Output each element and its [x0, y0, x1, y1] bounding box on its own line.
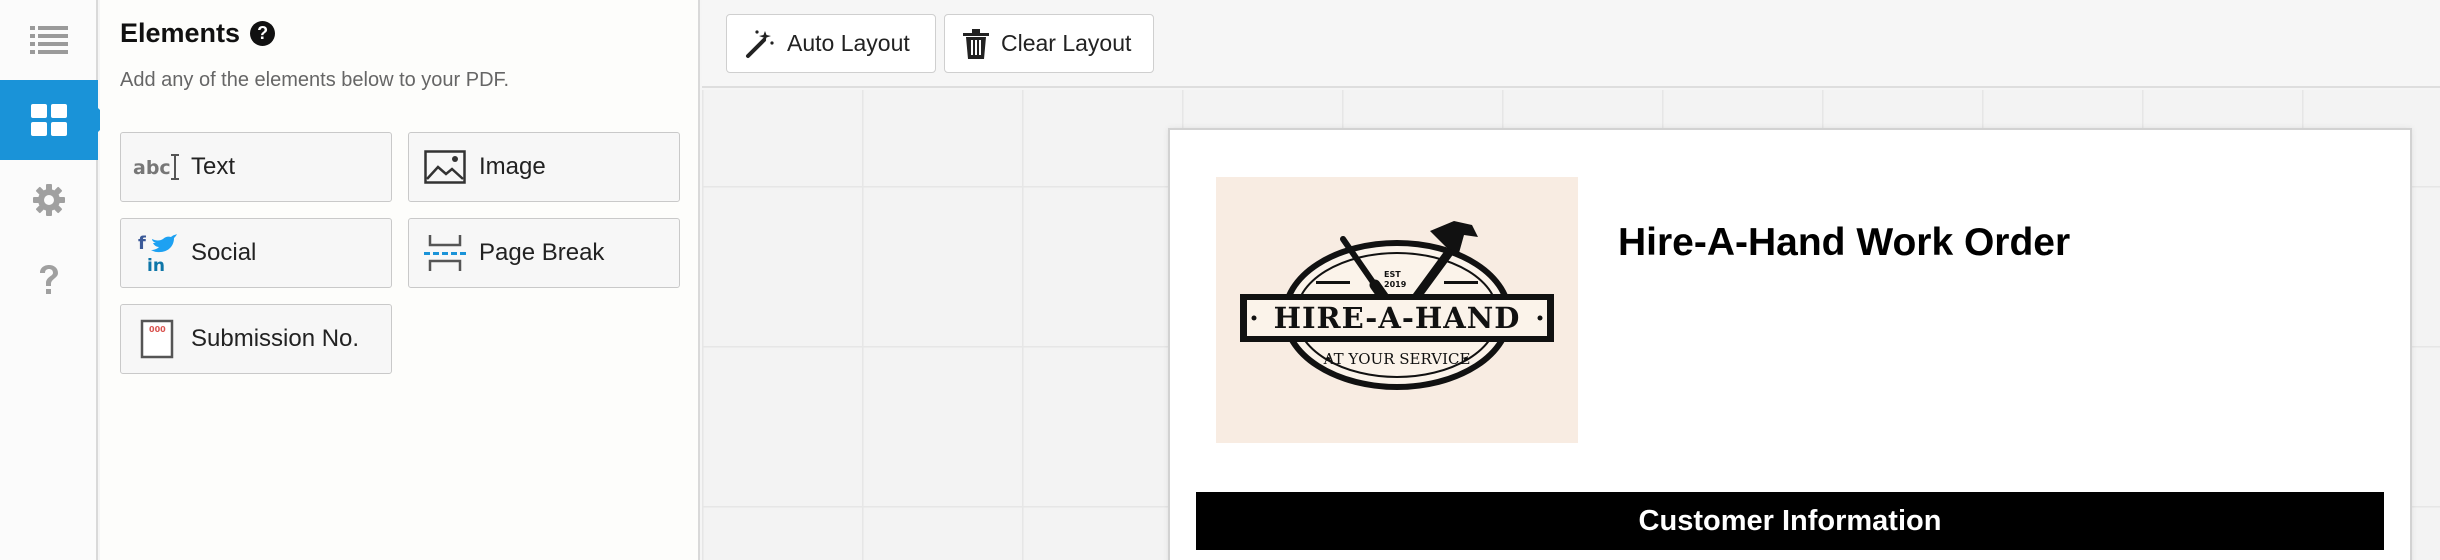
company-logo[interactable]: EST 2019 HIRE-A-HAND AT YOUR SERVICE: [1216, 177, 1578, 443]
clear-layout-button[interactable]: Clear Layout: [944, 14, 1154, 73]
rail-item-settings[interactable]: [0, 160, 98, 240]
element-social-label: Social: [191, 239, 257, 266]
layout-toolbar: Auto Layout Clear Layout: [702, 0, 2440, 88]
clear-layout-label: Clear Layout: [1001, 30, 1132, 56]
page-break-icon: [417, 218, 473, 288]
svg-text:f: f: [138, 233, 146, 254]
element-submission-number-label: Submission No.: [191, 325, 360, 352]
panel-title-text: Elements: [120, 18, 241, 48]
element-text-label: Text: [191, 153, 236, 180]
image-icon: [417, 132, 473, 202]
logo-brand-text: HIRE-A-HAND: [1274, 301, 1521, 335]
elements-panel: Elements ? Add any of the elements below…: [100, 0, 700, 560]
social-icon: f in: [129, 218, 185, 288]
element-social-button[interactable]: f in Social: [120, 218, 392, 288]
document-title[interactable]: Hire-A-Hand Work Order: [1618, 221, 2070, 265]
grid-icon: [31, 104, 67, 136]
element-image-label: Image: [479, 153, 546, 180]
help-icon: [40, 265, 58, 294]
trash-icon: [963, 28, 989, 59]
list-icon: [30, 26, 68, 54]
pdf-page[interactable]: EST 2019 HIRE-A-HAND AT YOUR SERVICE Hir…: [1168, 128, 2412, 560]
element-text-button[interactable]: abc Text: [120, 132, 392, 202]
submission-number-icon: 000: [129, 304, 185, 374]
gear-icon: [33, 184, 65, 216]
magic-wand-icon: [746, 29, 774, 58]
logo-est: EST: [1384, 270, 1401, 279]
element-image-button[interactable]: Image: [408, 132, 680, 202]
rail-item-elements[interactable]: [0, 80, 110, 160]
rail-item-list[interactable]: [0, 0, 98, 80]
svg-text:abc: abc: [133, 157, 171, 179]
element-page-break-button[interactable]: Page Break: [408, 218, 680, 288]
text-abc-icon: abc: [129, 132, 185, 202]
panel-subtitle: Add any of the elements below to your PD…: [120, 69, 510, 91]
element-submission-number-button[interactable]: 000 Submission No.: [120, 304, 392, 374]
auto-layout-label: Auto Layout: [787, 30, 910, 56]
section-header-customer-information[interactable]: Customer Information: [1196, 492, 2384, 550]
question-circle-icon[interactable]: ?: [250, 21, 276, 46]
svg-text:in: in: [147, 256, 165, 275]
panel-title: Elements ?: [120, 18, 276, 49]
rail-item-help[interactable]: [0, 240, 98, 320]
icon-rail: [0, 0, 110, 560]
element-page-break-label: Page Break: [479, 239, 605, 266]
logo-year: 2019: [1384, 280, 1407, 289]
auto-layout-button[interactable]: Auto Layout: [726, 14, 936, 73]
svg-text:000: 000: [149, 325, 166, 334]
logo-tagline-text: AT YOUR SERVICE: [1323, 350, 1471, 368]
